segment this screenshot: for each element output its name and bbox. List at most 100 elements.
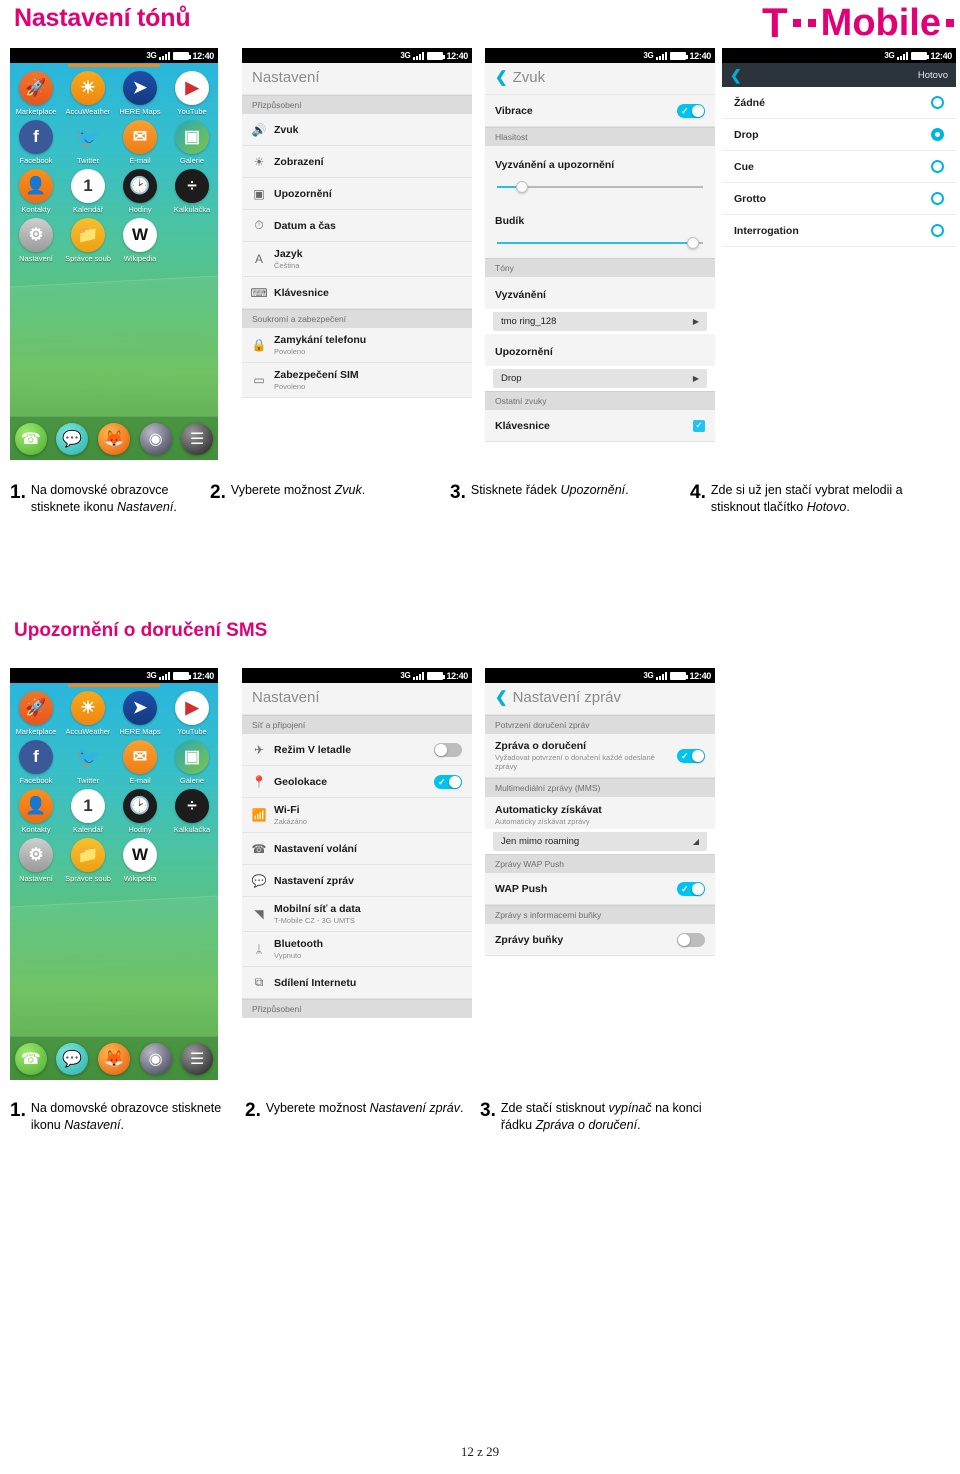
calculator-icon[interactable]: ÷ <box>175 169 209 203</box>
app-tile[interactable]: 1 Kalendář <box>62 789 114 834</box>
done-button[interactable]: Hotovo <box>918 70 948 81</box>
settings-row-upozorn-n-[interactable]: ▣ Upozornění <box>242 178 472 210</box>
settings-row-bluetooth[interactable]: ᛦ Bluetooth Vypnuto <box>242 932 472 967</box>
app-tile[interactable]: W Wikipedia <box>114 838 166 883</box>
music-icon[interactable]: ☰ <box>181 422 214 455</box>
sound-row-vibration[interactable]: Vibrace <box>485 95 715 127</box>
youtube-icon[interactable]: ▶ <box>175 71 209 105</box>
facebook-icon[interactable]: f <box>19 120 53 154</box>
back-chevron-icon[interactable]: ❮ <box>495 70 508 85</box>
app-tile[interactable]: 📁 Správce soub <box>62 218 114 263</box>
file-manager-icon[interactable]: 📁 <box>71 218 105 252</box>
app-tile[interactable]: ⚙ Nastavení <box>10 218 62 263</box>
volume-slider[interactable] <box>497 181 703 193</box>
tone-option-grotto[interactable]: Grotto <box>722 183 956 215</box>
app-tile[interactable]: 🚀 Marketplace <box>10 691 62 736</box>
settings-row-nastaven-zpr-v[interactable]: 💬 Nastavení zpráv <box>242 865 472 897</box>
settings-row-mobiln-s-a-data[interactable]: ◥ Mobilní síť a data T-Mobile CZ - 3G UMTS <box>242 897 472 932</box>
settings-row-kl-vesnice[interactable]: ⌨ Klávesnice <box>242 277 472 309</box>
wikipedia-icon[interactable]: W <box>123 218 157 252</box>
app-tile[interactable]: ✉ E-mail <box>114 740 166 785</box>
app-tile[interactable]: f Facebook <box>10 120 62 165</box>
facebook-icon[interactable]: f <box>19 740 53 774</box>
message-row-delivery[interactable]: Zpráva o doručení Vyžadovat potvrzení o d… <box>485 734 715 778</box>
clock-icon[interactable]: 🕑 <box>123 169 157 203</box>
app-tile[interactable]: ▣ Galerie <box>166 120 218 165</box>
app-tile[interactable]: 🐦 Twitter <box>62 740 114 786</box>
toggle-switch[interactable] <box>434 774 462 789</box>
phone-icon[interactable]: ☎ <box>14 422 47 455</box>
twitter-icon[interactable]: 🐦 <box>71 740 105 774</box>
sound-slider-row[interactable] <box>485 178 715 202</box>
camera-icon[interactable]: ◉ <box>139 1042 172 1075</box>
tone-option-žádné[interactable]: Žádné <box>722 87 956 119</box>
toggle-switch[interactable] <box>677 881 705 896</box>
slider-thumb[interactable] <box>686 237 699 249</box>
settings-row-jazyk[interactable]: A Jazyk Čeština <box>242 242 472 277</box>
app-tile[interactable]: ▣ Galerie <box>166 740 218 785</box>
app-tile[interactable]: 🕑 Hodiny <box>114 789 166 834</box>
app-tile[interactable]: 👤 Kontakty <box>10 789 62 834</box>
app-tile[interactable]: ➤ HERE Maps <box>114 691 166 736</box>
settings-icon[interactable]: ⚙ <box>19 838 53 872</box>
app-tile[interactable]: 🐦 Twitter <box>62 120 114 166</box>
message-row-wap-push[interactable]: WAP Push <box>485 873 715 905</box>
app-tile[interactable]: 1 Kalendář <box>62 169 114 214</box>
toggle-switch[interactable] <box>677 932 705 947</box>
checkbox-keyboard[interactable]: ✓ <box>693 419 705 432</box>
phone-icon[interactable]: ☎ <box>14 1042 47 1075</box>
app-tile[interactable]: 🕑 Hodiny <box>114 169 166 214</box>
here-maps-icon[interactable]: ➤ <box>123 691 157 725</box>
back-chevron-icon[interactable]: ❮ <box>495 690 508 705</box>
app-tile[interactable]: 📁 Správce soub <box>62 838 114 883</box>
app-tile[interactable]: ÷ Kalkulačka <box>166 789 218 834</box>
settings-row-sd-len-internetu[interactable]: ⧉ Sdílení Internetu <box>242 967 472 999</box>
tone-option-interrogation[interactable]: Interrogation <box>722 215 956 247</box>
settings-row-nastaven-vol-n-[interactable]: ☎ Nastavení volání <box>242 833 472 865</box>
email-icon[interactable]: ✉ <box>123 740 157 774</box>
clock-icon[interactable]: 🕑 <box>123 789 157 823</box>
app-tile[interactable]: f Facebook <box>10 740 62 785</box>
app-tile[interactable]: ▶ YouTube <box>166 71 218 116</box>
settings-icon[interactable]: ⚙ <box>19 218 53 252</box>
contacts-icon[interactable]: 👤 <box>19 789 53 823</box>
gallery-icon[interactable]: ▣ <box>175 740 209 774</box>
toggle-switch[interactable] <box>677 748 705 763</box>
app-tile[interactable]: ☀ AccuWeather <box>62 71 114 116</box>
sound-slider-row[interactable] <box>485 234 715 258</box>
tone-option-cue[interactable]: Cue <box>722 151 956 183</box>
accuweather-icon[interactable]: ☀ <box>71 691 105 725</box>
settings-row-geolokace[interactable]: 📍 Geolokace <box>242 766 472 798</box>
settings-row-zvuk[interactable]: 🔊 Zvuk <box>242 114 472 146</box>
app-tile[interactable]: ✉ E-mail <box>114 120 166 165</box>
settings-row-datum-a-as[interactable]: ⏱ Datum a čas <box>242 210 472 242</box>
settings-row-wi-fi[interactable]: 📶 Wi-Fi Zakázáno <box>242 798 472 833</box>
settings-row-re-im-v-letadle[interactable]: ✈ Režim V letadle <box>242 734 472 766</box>
tone-value-upozornění[interactable]: Drop ▶ <box>493 369 707 388</box>
radio-button[interactable] <box>931 96 944 109</box>
app-tile[interactable]: ☀ AccuWeather <box>62 691 114 736</box>
back-chevron-icon[interactable]: ❮ <box>730 68 742 82</box>
app-tile[interactable]: ÷ Kalkulačka <box>166 169 218 214</box>
marketplace-icon[interactable]: 🚀 <box>19 71 53 105</box>
email-icon[interactable]: ✉ <box>123 120 157 154</box>
app-tile[interactable]: 🚀 Marketplace <box>10 71 62 116</box>
slider-thumb[interactable] <box>515 181 528 193</box>
youtube-icon[interactable]: ▶ <box>175 691 209 725</box>
calendar-icon[interactable]: 1 <box>71 789 105 823</box>
toggle-switch[interactable] <box>434 742 462 757</box>
settings-row-zobrazen-[interactable]: ☀ Zobrazení <box>242 146 472 178</box>
auto-retrieve-select[interactable]: Jen mimo roaming ◢ <box>493 832 707 851</box>
calendar-icon[interactable]: 1 <box>71 169 105 203</box>
wikipedia-icon[interactable]: W <box>123 838 157 872</box>
sound-row-keyboard[interactable]: Klávesnice ✓ <box>485 410 715 442</box>
here-maps-icon[interactable]: ➤ <box>123 71 157 105</box>
app-tile[interactable]: ▶ YouTube <box>166 691 218 736</box>
camera-icon[interactable]: ◉ <box>139 422 172 455</box>
home-dock[interactable]: ☎ 💬 🦊 ◉ ☰ <box>10 416 218 460</box>
radio-button[interactable] <box>931 160 944 173</box>
messages-icon[interactable]: 💬 <box>56 1042 89 1075</box>
contacts-icon[interactable]: 👤 <box>19 169 53 203</box>
firefox-browser-icon[interactable]: 🦊 <box>97 422 130 455</box>
marketplace-icon[interactable]: 🚀 <box>19 691 53 725</box>
